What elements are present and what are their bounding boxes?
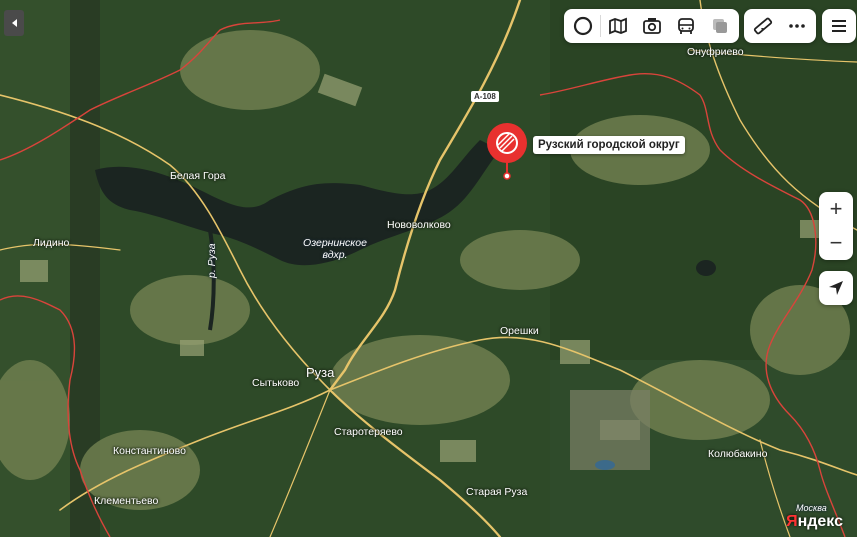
zoom-out-button[interactable]: − (819, 226, 853, 260)
more-icon (789, 24, 805, 28)
place-label[interactable]: Белая Гора (170, 170, 225, 182)
geolocation-button[interactable] (819, 271, 853, 305)
more-button[interactable] (780, 9, 814, 43)
traffic-button[interactable] (703, 9, 737, 43)
place-label-town[interactable]: Руза (306, 365, 334, 380)
tools-toolbar (744, 9, 816, 43)
place-label[interactable]: Старая Руза (466, 486, 527, 498)
layers-button[interactable] (566, 9, 600, 43)
place-label[interactable]: Онуфриево (687, 46, 744, 58)
place-label[interactable]: Лидино (33, 237, 69, 249)
panorama-button[interactable] (635, 9, 669, 43)
place-label[interactable]: Старотеряево (334, 426, 403, 438)
map-type-icon (609, 17, 627, 35)
sidebar-toggle-button[interactable] (4, 10, 24, 36)
ruler-icon (753, 17, 773, 35)
chevron-left-icon (11, 19, 17, 27)
panorama-icon (643, 18, 661, 34)
yandex-logo[interactable]: Яндекс (786, 513, 843, 531)
ruler-button[interactable] (746, 9, 780, 43)
place-label[interactable]: Сытьково (252, 377, 299, 389)
map-type-button[interactable] (601, 9, 635, 43)
place-label[interactable]: Клементьево (94, 495, 158, 507)
place-label[interactable]: Константиново (113, 445, 186, 457)
place-label[interactable]: Колюбакино (708, 448, 767, 460)
river-label-ruza: р. Руза (206, 243, 218, 278)
layers-icon (573, 16, 593, 36)
road-shield: А-108 (471, 91, 499, 102)
reservoir-label: Озернинское вдхр. (303, 237, 367, 261)
transit-icon (678, 18, 694, 34)
zoom-in-button[interactable]: + (819, 192, 853, 226)
menu-button[interactable] (822, 9, 856, 43)
place-label[interactable]: Нововолково (387, 219, 451, 231)
location-arrow-icon (829, 281, 843, 295)
menu-icon (832, 20, 846, 32)
zoom-control: + − (819, 192, 853, 260)
transit-button[interactable] (669, 9, 703, 43)
selected-object-label[interactable]: Рузский городской округ (533, 136, 685, 154)
place-label[interactable]: Орешки (500, 325, 539, 337)
layers-toolbar (564, 9, 739, 43)
traffic-icon (713, 19, 727, 33)
